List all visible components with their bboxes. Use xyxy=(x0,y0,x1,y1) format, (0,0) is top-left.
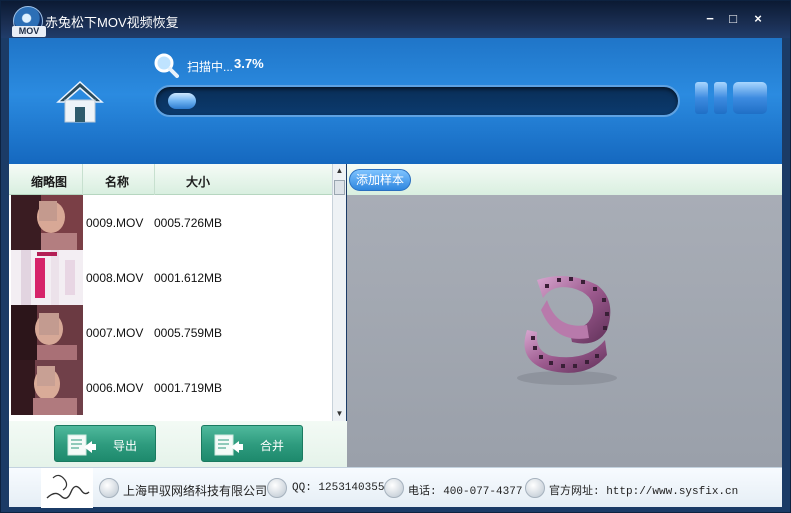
film-reel-icon xyxy=(517,276,617,385)
col-size: 大小 xyxy=(186,175,211,189)
scan-progress-fill xyxy=(168,93,196,109)
file-size: 0005.759MB xyxy=(154,326,223,340)
file-size: 0005.726MB xyxy=(154,216,223,230)
video-thumbnail xyxy=(11,250,83,305)
close-button[interactable]: × xyxy=(749,10,767,28)
scan-percent: 3.7% xyxy=(234,56,264,71)
scan-progress-bar xyxy=(154,85,680,117)
scan-header: 扫描中... 3.7% xyxy=(9,38,782,164)
col-separator xyxy=(154,164,155,195)
qq-number: QQ: 1253140355 xyxy=(292,482,385,494)
file-name: 0008.MOV xyxy=(86,271,144,285)
app-logo-icon: MOV xyxy=(12,6,46,37)
pause-bar-right xyxy=(714,82,727,114)
list-scrollbar[interactable]: ▲ ▼ xyxy=(332,164,346,421)
minimize-button[interactable]: − xyxy=(701,10,719,28)
scan-status-label: 扫描中... xyxy=(187,60,234,74)
company-icon xyxy=(99,478,119,498)
export-button[interactable]: 导出 xyxy=(54,425,156,462)
list-item[interactable]: 0006.MOV 0001.719MB xyxy=(9,360,332,415)
col-name: 名称 xyxy=(105,175,130,189)
pause-button[interactable] xyxy=(695,82,729,114)
video-thumbnail xyxy=(11,195,83,250)
action-bar: 导出 合并 xyxy=(9,421,347,467)
website-link[interactable]: 官方网址: http://www.sysfix.cn xyxy=(549,482,738,498)
file-size: 0001.719MB xyxy=(154,381,223,395)
app-window: MOV 赤兔松下MOV视频恢复 − □ × 扫描中... 3.7% 缩略图 名称 xyxy=(0,0,791,513)
company-name: 上海甲驭网络科技有限公司 xyxy=(123,484,268,498)
maximize-button[interactable]: □ xyxy=(724,10,742,28)
file-name: 0009.MOV xyxy=(86,216,144,230)
home-icon[interactable] xyxy=(56,80,104,124)
footer: 上海甲驭网络科技有限公司 QQ: 1253140355 电话: 400-077-… xyxy=(9,467,782,508)
merge-icon xyxy=(214,434,243,456)
pause-bar-left xyxy=(695,82,708,114)
export-icon xyxy=(67,434,96,456)
video-thumbnail xyxy=(11,305,83,360)
phone-number: 电话: 400-077-4377 xyxy=(408,486,523,498)
app-logo-label: MOV xyxy=(12,26,46,37)
file-name: 0006.MOV xyxy=(86,381,144,395)
merge-button[interactable]: 合并 xyxy=(201,425,303,462)
window-title: 赤兔松下MOV视频恢复 xyxy=(45,15,179,30)
add-sample-button[interactable]: 添加样本 xyxy=(349,169,411,191)
scroll-down-icon[interactable]: ▼ xyxy=(333,407,346,421)
signature-logo xyxy=(41,468,93,508)
scroll-thumb[interactable] xyxy=(334,180,345,195)
merge-label: 合并 xyxy=(260,439,285,453)
scroll-up-icon[interactable]: ▲ xyxy=(333,164,346,178)
qq-icon xyxy=(267,478,287,498)
video-thumbnail xyxy=(11,360,83,415)
file-name: 0007.MOV xyxy=(86,326,144,340)
list-header: 缩略图 名称 大小 xyxy=(9,164,332,195)
col-thumbnail: 缩略图 xyxy=(31,175,68,189)
search-icon xyxy=(154,53,179,78)
website-icon xyxy=(525,478,545,498)
stop-button[interactable] xyxy=(733,82,767,114)
list-item[interactable]: 0009.MOV 0005.726MB xyxy=(9,195,332,250)
file-list[interactable]: 0009.MOV 0005.726MB 0008.MOV 0001.612MB … xyxy=(9,195,332,421)
list-item[interactable]: 0008.MOV 0001.612MB xyxy=(9,250,332,305)
export-label: 导出 xyxy=(113,439,138,453)
phone-icon xyxy=(384,478,404,498)
preview-panel xyxy=(347,195,782,467)
file-size: 0001.612MB xyxy=(154,271,223,285)
preview-toolbar: 添加样本 xyxy=(347,164,782,195)
title-bar[interactable]: MOV 赤兔松下MOV视频恢复 − □ × xyxy=(1,1,790,38)
col-separator xyxy=(82,164,83,195)
list-item[interactable]: 0007.MOV 0005.759MB xyxy=(9,305,332,360)
